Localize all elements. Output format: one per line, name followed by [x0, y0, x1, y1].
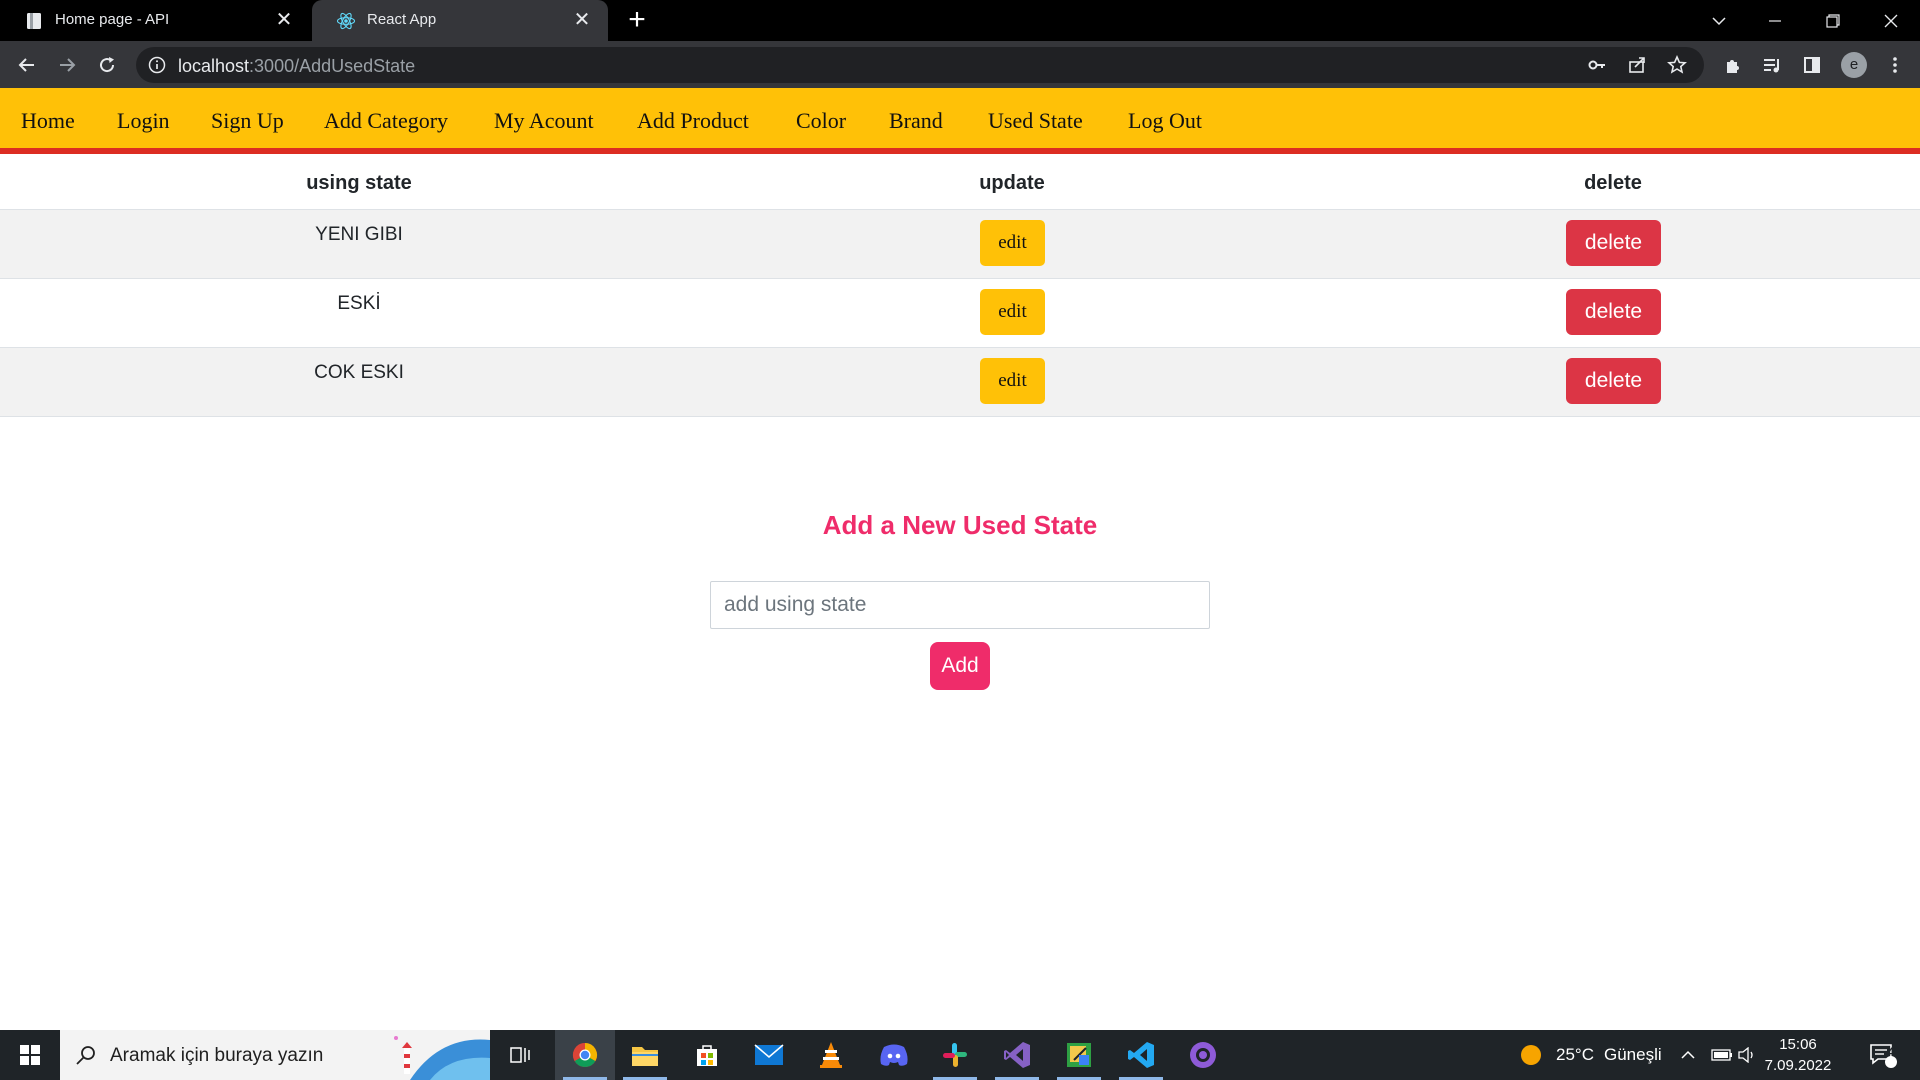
- browser-toolbar: localhost:3000/AddUsedState: [0, 41, 1920, 88]
- state-cell: ESKİ: [337, 293, 381, 314]
- vlc-player-icon[interactable]: [801, 1030, 861, 1080]
- clock-date: 7.09.2022: [1764, 1057, 1832, 1074]
- notification-count: 4: [1887, 1045, 1895, 1059]
- microsoft-store-icon[interactable]: [677, 1030, 737, 1080]
- nav-used-state-link[interactable]: Used State: [988, 108, 1083, 134]
- forward-arrow-icon[interactable]: [52, 50, 82, 80]
- weather-temp: 25°C: [1556, 1045, 1594, 1064]
- url-host: localhost: [178, 56, 250, 76]
- add-using-state-input[interactable]: [710, 581, 1210, 629]
- url-text: localhost:3000/AddUsedState: [178, 56, 415, 77]
- taskbar-search-box[interactable]: Aramak için buraya yazın: [60, 1030, 490, 1080]
- browser-tab-home-page-api[interactable]: Home page - API ✕: [0, 0, 310, 41]
- share-icon[interactable]: [1622, 50, 1652, 80]
- task-view-icon[interactable]: [490, 1030, 550, 1080]
- table-row: YENI GIBI edit delete: [0, 210, 1920, 279]
- nav-login-link[interactable]: Login: [117, 108, 170, 134]
- volume-icon[interactable]: [1738, 1030, 1756, 1080]
- delete-button[interactable]: delete: [1566, 220, 1661, 266]
- tab-search-icon[interactable]: [1694, 0, 1744, 41]
- sun-icon: [1521, 1045, 1541, 1065]
- minimize-button[interactable]: [1750, 0, 1800, 41]
- battery-icon[interactable]: [1711, 1030, 1733, 1080]
- close-window-button[interactable]: [1866, 0, 1916, 41]
- state-cell: COK ESKI: [314, 362, 404, 383]
- nav-add-product-link[interactable]: Add Product: [637, 108, 749, 134]
- nav-brand-link[interactable]: Brand: [889, 108, 943, 134]
- bookmark-star-icon[interactable]: [1662, 50, 1692, 80]
- react-logo-icon: [336, 12, 356, 30]
- side-panel-icon[interactable]: [1797, 50, 1827, 80]
- browser-tab-strip: Home page - API ✕ React App ✕ +: [0, 0, 1920, 41]
- tab-title: React App: [367, 11, 437, 28]
- browser-tab-react-app[interactable]: React App ✕: [312, 0, 608, 41]
- table-row: COK ESKI edit delete: [0, 348, 1920, 417]
- close-tab-icon[interactable]: ✕: [274, 10, 294, 30]
- document-icon: [27, 13, 41, 29]
- table-row: ESKİ edit delete: [0, 279, 1920, 348]
- address-bar[interactable]: localhost:3000/AddUsedState: [136, 47, 1704, 83]
- nav-logout-link[interactable]: Log Out: [1128, 108, 1202, 134]
- nav-add-category-link[interactable]: Add Category: [324, 108, 448, 134]
- main-navbar: Home Login Sign Up Add Category My Acoun…: [0, 88, 1920, 154]
- column-header-using-state: using state: [306, 172, 412, 194]
- visual-studio-icon[interactable]: [987, 1030, 1047, 1080]
- clock-time: 15:06: [1779, 1036, 1817, 1053]
- url-path: :3000/AddUsedState: [249, 56, 416, 76]
- windows-start-icon[interactable]: [0, 1030, 60, 1080]
- extensions-puzzle-icon[interactable]: [1718, 50, 1748, 80]
- search-icon: [76, 1046, 95, 1065]
- edit-button[interactable]: edit: [980, 358, 1045, 404]
- taskbar-clock[interactable]: 15:06 7.09.2022: [1760, 1034, 1836, 1076]
- weather-widget[interactable]: 25°C Güneşli: [1520, 1030, 1662, 1080]
- show-hidden-icons-chevron-icon[interactable]: [1680, 1030, 1696, 1080]
- nav-home-link[interactable]: Home: [21, 108, 75, 134]
- add-used-state-title: Add a New Used State: [822, 510, 1098, 540]
- sticky-notes-icon[interactable]: [1049, 1030, 1109, 1080]
- used-state-table: using state update delete YENI GIBI edit…: [0, 160, 1920, 417]
- site-info-icon[interactable]: [148, 56, 166, 74]
- profile-avatar[interactable]: e: [1841, 52, 1867, 78]
- column-header-delete: delete: [1584, 172, 1642, 194]
- edit-button[interactable]: edit: [980, 289, 1045, 335]
- nav-my-account-link[interactable]: My Acount: [494, 108, 594, 134]
- chrome-menu-icon[interactable]: [1880, 50, 1910, 80]
- mail-icon[interactable]: [739, 1030, 799, 1080]
- media-controls-icon[interactable]: [1757, 50, 1787, 80]
- github-desktop-icon[interactable]: [1173, 1030, 1233, 1080]
- key-icon[interactable]: [1582, 50, 1612, 80]
- column-header-update: update: [979, 172, 1045, 194]
- vscode-icon[interactable]: [1111, 1030, 1171, 1080]
- close-tab-icon[interactable]: ✕: [572, 10, 592, 30]
- notification-center-icon[interactable]: 4: [1868, 1030, 1898, 1080]
- slack-icon[interactable]: [925, 1030, 985, 1080]
- table-header: using state update delete: [0, 160, 1920, 210]
- taskbar-search-placeholder: Aramak için buraya yazın: [110, 1045, 324, 1066]
- back-arrow-icon[interactable]: [12, 50, 42, 80]
- weather-desc: Güneşli: [1603, 1045, 1662, 1064]
- nav-signup-link[interactable]: Sign Up: [211, 108, 284, 134]
- new-tab-button[interactable]: +: [624, 5, 650, 35]
- tab-title: Home page - API: [55, 11, 170, 28]
- reload-icon[interactable]: [92, 50, 122, 80]
- chrome-taskbar-icon[interactable]: [555, 1030, 615, 1080]
- add-button[interactable]: Add: [930, 642, 990, 690]
- file-explorer-icon[interactable]: [615, 1030, 675, 1080]
- restore-button[interactable]: [1808, 0, 1858, 41]
- nav-color-link[interactable]: Color: [796, 108, 846, 134]
- search-highlight-illustration-icon: [394, 1036, 490, 1080]
- windows-taskbar: Aramak için buraya yazın 25°C Güneşli 15…: [0, 1030, 1920, 1080]
- delete-button[interactable]: delete: [1566, 289, 1661, 335]
- delete-button[interactable]: delete: [1566, 358, 1661, 404]
- discord-icon[interactable]: [864, 1030, 924, 1080]
- edit-button[interactable]: edit: [980, 220, 1045, 266]
- state-cell: YENI GIBI: [315, 224, 403, 245]
